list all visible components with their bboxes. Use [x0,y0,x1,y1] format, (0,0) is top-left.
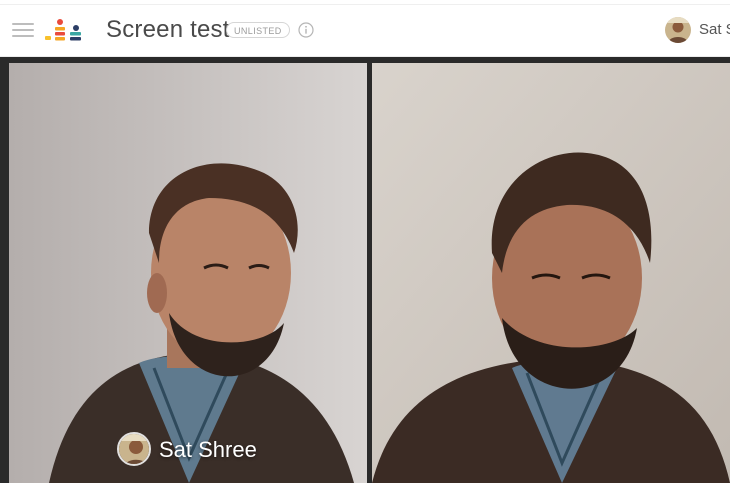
info-circle-icon[interactable] [298,22,314,38]
video-stage: Sat Shree [0,57,730,483]
video-tile[interactable]: Sat Shree [9,63,367,483]
participant-avatar [117,432,151,466]
visibility-badge: UNLISTED [226,22,290,38]
app-logo-icon[interactable] [44,18,86,44]
user-avatar[interactable] [665,17,691,43]
participant-name: Sat Shree [159,437,257,462]
user-name: Sat S [699,21,730,38]
video-feed [9,63,367,483]
top-edge-line [0,4,730,5]
page-title: Screen test [106,16,230,43]
hamburger-menu-icon[interactable] [12,23,34,39]
video-tile[interactable] [372,63,730,483]
top-bar: Screen test UNLISTED Sat S [0,0,730,57]
video-feed [372,63,730,483]
